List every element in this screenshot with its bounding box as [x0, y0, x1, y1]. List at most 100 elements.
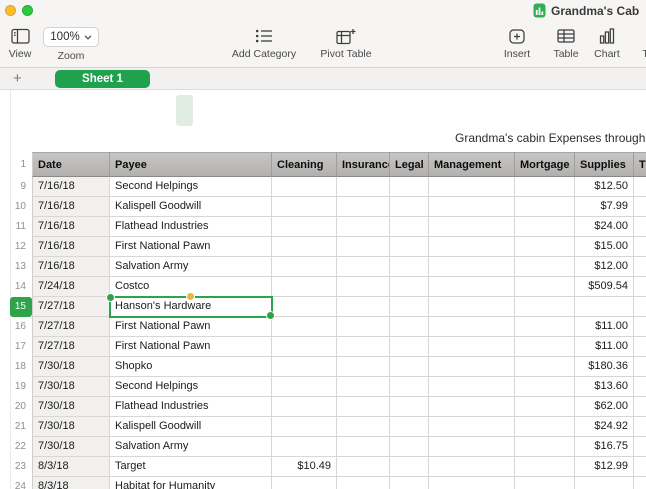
cell-legal[interactable]	[390, 297, 429, 317]
column-header-mortgage[interactable]: Mortgage	[515, 152, 575, 177]
sheet-tab-sheet1[interactable]: Sheet 1	[55, 70, 150, 88]
cell-insurance[interactable]	[337, 457, 390, 477]
cell-management[interactable]	[429, 277, 515, 297]
row-number[interactable]: 16	[10, 317, 32, 337]
cell-mortgage[interactable]	[515, 277, 575, 297]
cell-supplies[interactable]: $11.00	[575, 317, 634, 337]
row-number[interactable]: 14	[10, 277, 32, 297]
cell-t[interactable]	[634, 357, 646, 377]
cell-management[interactable]	[429, 457, 515, 477]
cell-supplies[interactable]: $24.00	[575, 217, 634, 237]
cell-date[interactable]: 7/16/18	[32, 217, 110, 237]
cell-legal[interactable]	[390, 477, 429, 489]
cell-cleaning[interactable]	[272, 197, 337, 217]
spreadsheet-canvas[interactable]: Grandma's cabin Expenses through 1 Date Pa…	[0, 90, 646, 489]
cell-t[interactable]	[634, 217, 646, 237]
cell-supplies[interactable]: $12.50	[575, 177, 634, 197]
cell-mortgage[interactable]	[515, 337, 575, 357]
cell-supplies[interactable]	[575, 477, 634, 489]
row-number[interactable]: 23	[10, 457, 32, 477]
cell-supplies[interactable]: $509.54	[575, 277, 634, 297]
cell-payee[interactable]: Hanson's Hardware	[107, 293, 274, 319]
toolbar-insert-button[interactable]: Insert	[494, 27, 540, 60]
cell-legal[interactable]	[390, 177, 429, 197]
cell-cleaning[interactable]	[272, 257, 337, 277]
selection-handle[interactable]	[107, 294, 114, 301]
cell-payee[interactable]: First National Pawn	[110, 317, 272, 337]
cell-insurance[interactable]	[337, 477, 390, 489]
cell-mortgage[interactable]	[515, 297, 575, 317]
row-number[interactable]: 24	[10, 477, 32, 489]
cell-date[interactable]: 7/24/18	[32, 277, 110, 297]
cell-date[interactable]: 7/27/18	[32, 337, 110, 357]
cell-date[interactable]: 8/3/18	[32, 457, 110, 477]
autofill-handle[interactable]	[186, 293, 194, 300]
row-number[interactable]: 1	[10, 152, 32, 177]
cell-management[interactable]	[429, 177, 515, 197]
cell-t[interactable]	[634, 337, 646, 357]
cell-t[interactable]	[634, 417, 646, 437]
cell-date[interactable]: 7/30/18	[32, 437, 110, 457]
column-header-date[interactable]: Date	[32, 152, 110, 177]
cell-insurance[interactable]	[337, 297, 390, 317]
cell-management[interactable]	[429, 297, 515, 317]
toolbar-text-button[interactable]: Text	[632, 27, 646, 60]
cell-mortgage[interactable]	[515, 197, 575, 217]
cell-insurance[interactable]	[337, 377, 390, 397]
column-header-t[interactable]: T	[634, 152, 646, 177]
cell-mortgage[interactable]	[515, 177, 575, 197]
cell-t[interactable]	[634, 477, 646, 489]
column-header-cleaning[interactable]: Cleaning	[272, 152, 337, 177]
zoom-dropdown[interactable]: 100%	[43, 27, 99, 47]
cell-supplies[interactable]: $12.00	[575, 257, 634, 277]
cell-cleaning[interactable]	[272, 397, 337, 417]
cell-management[interactable]	[429, 237, 515, 257]
cell-insurance[interactable]	[337, 417, 390, 437]
cell-payee[interactable]: Target	[110, 457, 272, 477]
cell-payee[interactable]: First National Pawn	[110, 237, 272, 257]
cell-legal[interactable]	[390, 377, 429, 397]
cell-management[interactable]	[429, 337, 515, 357]
cell-legal[interactable]	[390, 337, 429, 357]
cell-payee[interactable]: Kalispell Goodwill	[110, 197, 272, 217]
row-number[interactable]: 17	[10, 337, 32, 357]
toolbar-zoom-control[interactable]: 100% Zoom	[40, 27, 102, 62]
cell-date[interactable]: 7/27/18	[32, 297, 110, 317]
cell-mortgage[interactable]	[515, 237, 575, 257]
cell-legal[interactable]	[390, 357, 429, 377]
cell-management[interactable]	[429, 257, 515, 277]
cell-t[interactable]	[634, 177, 646, 197]
cell-mortgage[interactable]	[515, 437, 575, 457]
cell-mortgage[interactable]	[515, 397, 575, 417]
cell-legal[interactable]	[390, 277, 429, 297]
cell-cleaning[interactable]	[272, 437, 337, 457]
cell-supplies[interactable]: $13.60	[575, 377, 634, 397]
cell-supplies[interactable]: $15.00	[575, 237, 634, 257]
cell-mortgage[interactable]	[515, 257, 575, 277]
minimize-window-button[interactable]	[5, 5, 16, 16]
cell-legal[interactable]	[390, 197, 429, 217]
cell-date[interactable]: 7/30/18	[32, 357, 110, 377]
cell-insurance[interactable]	[337, 217, 390, 237]
cell-t[interactable]	[634, 397, 646, 417]
cell-date[interactable]: 7/16/18	[32, 177, 110, 197]
row-number[interactable]: 20	[10, 397, 32, 417]
row-number[interactable]: 9	[10, 177, 32, 197]
cell-date[interactable]: 7/27/18	[32, 317, 110, 337]
cell-insurance[interactable]	[337, 397, 390, 417]
cell-cleaning[interactable]	[272, 337, 337, 357]
column-header-insurance[interactable]: Insurance	[337, 152, 390, 177]
cell-management[interactable]	[429, 477, 515, 489]
cell-cleaning[interactable]	[272, 377, 337, 397]
cell-management[interactable]	[429, 437, 515, 457]
cell-t[interactable]	[634, 457, 646, 477]
cell-t[interactable]	[634, 277, 646, 297]
toolbar-view-button[interactable]: View	[2, 27, 38, 60]
cell-legal[interactable]	[390, 257, 429, 277]
cell-cleaning[interactable]	[272, 237, 337, 257]
cell-payee[interactable]: Shopko	[110, 357, 272, 377]
cell-legal[interactable]	[390, 437, 429, 457]
cell-cleaning[interactable]	[272, 277, 337, 297]
cell-mortgage[interactable]	[515, 317, 575, 337]
selection-handle[interactable]	[267, 312, 274, 319]
